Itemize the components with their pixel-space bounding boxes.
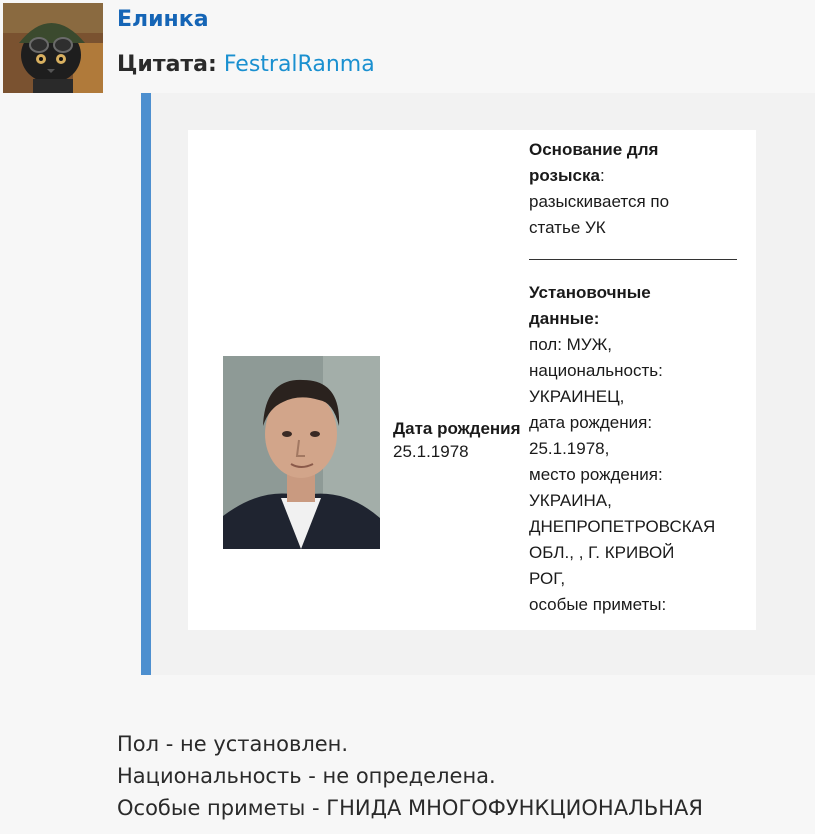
user-avatar[interactable] bbox=[3, 3, 103, 93]
detail-line: УКРАИНЕЦ, bbox=[529, 387, 625, 406]
post-username[interactable]: Елинка bbox=[117, 7, 209, 32]
quote-label: Цитата: bbox=[117, 52, 217, 77]
birth-date-block: Дата рождения 25.1.1978 bbox=[393, 417, 521, 463]
basis-text-line-1: разыскивается по bbox=[529, 192, 670, 211]
detail-line: УКРАИНА, bbox=[529, 491, 612, 510]
detail-line: дата рождения: bbox=[529, 413, 653, 432]
detail-line: РОГ, bbox=[529, 569, 566, 588]
quote-header: Цитата: FestralRanma bbox=[117, 51, 375, 79]
basis-heading-line-1: Основание для bbox=[529, 140, 659, 159]
basis-colon: : bbox=[599, 166, 605, 185]
basis-heading-line-2: розыска bbox=[529, 166, 600, 185]
detail-line: особые приметы: bbox=[529, 595, 667, 614]
detail-line: национальность: bbox=[529, 361, 663, 380]
portrait-photo-icon bbox=[223, 356, 380, 549]
detail-line: ДНЕПРОПЕТРОВСКАЯ bbox=[529, 517, 716, 536]
detail-line: место рождения: bbox=[529, 465, 663, 484]
reply-line: Национальность - не определена. bbox=[117, 764, 496, 788]
data-heading-line-2: данные: bbox=[529, 309, 600, 328]
reply-line: Пол - не установлен. bbox=[117, 732, 349, 756]
detail-line: пол: МУЖ, bbox=[529, 335, 613, 354]
basis-text-line-2: статье УК bbox=[529, 218, 606, 237]
section-divider bbox=[529, 259, 737, 260]
cat-in-helmet-avatar-icon bbox=[3, 3, 103, 93]
quoted-image-card: Дата рождения 25.1.1978 Основание для ро… bbox=[188, 130, 756, 630]
quote-author-link[interactable]: FestralRanma bbox=[224, 52, 375, 77]
post-message: Пол - не установлен. Национальность - не… bbox=[117, 728, 703, 824]
birth-date-value: 25.1.1978 bbox=[393, 442, 469, 461]
detail-line: 25.1.1978, bbox=[529, 439, 610, 458]
reply-line: Особые приметы - ГНИДА МНОГОФУНКЦИОНАЛЬН… bbox=[117, 796, 704, 820]
wanted-details: Основание для розыска: разыскивается по … bbox=[529, 137, 749, 618]
birth-date-label: Дата рождения bbox=[393, 419, 521, 438]
detail-line: ОБЛ., , Г. КРИВОЙ bbox=[529, 543, 675, 562]
data-heading-line-1: Установочные bbox=[529, 283, 651, 302]
